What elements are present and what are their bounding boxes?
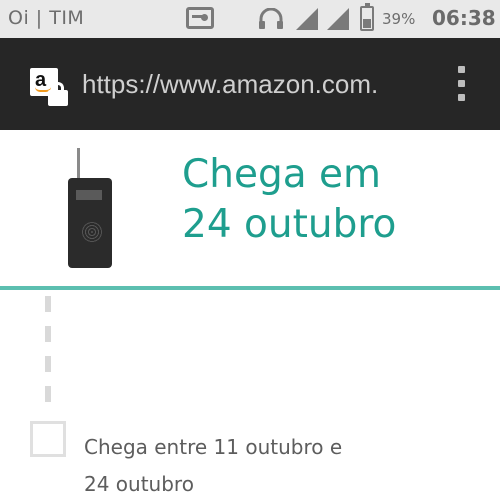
progress-divider [0,286,500,290]
headline-line-2: 24 outubro [182,202,397,247]
signal-icon-2 [327,8,349,30]
battery-percent: 39% [382,10,416,28]
menu-dot [458,66,465,73]
radio-body [68,178,112,268]
product-image[interactable] [64,148,116,270]
delivery-headline: Chega em 24 outubro [182,150,482,250]
estimate-line-2: 24 outubro [84,472,194,496]
lock-icon [48,82,68,106]
menu-dot [458,94,465,101]
timeline-dash [45,296,51,312]
browser-toolbar: a https://www.amazon.com. [0,38,500,130]
clock: 06:38 [432,6,496,30]
timeline-dash [45,356,51,372]
estimate-line-1: Chega entre 11 outubro e [84,435,343,459]
menu-dot [458,80,465,87]
url-field[interactable]: https://www.amazon.com. [82,69,378,100]
timeline-step-box [30,421,66,457]
timeline-dash [45,386,51,402]
headset-icon [259,8,283,29]
delivery-estimate: Chega entre 11 outubro e 24 outubro [84,429,404,503]
carrier-label: Oi | TIM [8,7,85,29]
battery-icon [360,3,374,31]
status-bar: Oi | TIM 39% 06:38 [0,0,500,38]
headline-line-1: Chega em [182,152,381,197]
radio-icon [186,7,214,29]
overflow-menu-icon[interactable] [456,66,466,102]
signal-icon-1 [296,8,318,30]
radio-antenna [77,148,80,182]
timeline-dash [45,326,51,342]
